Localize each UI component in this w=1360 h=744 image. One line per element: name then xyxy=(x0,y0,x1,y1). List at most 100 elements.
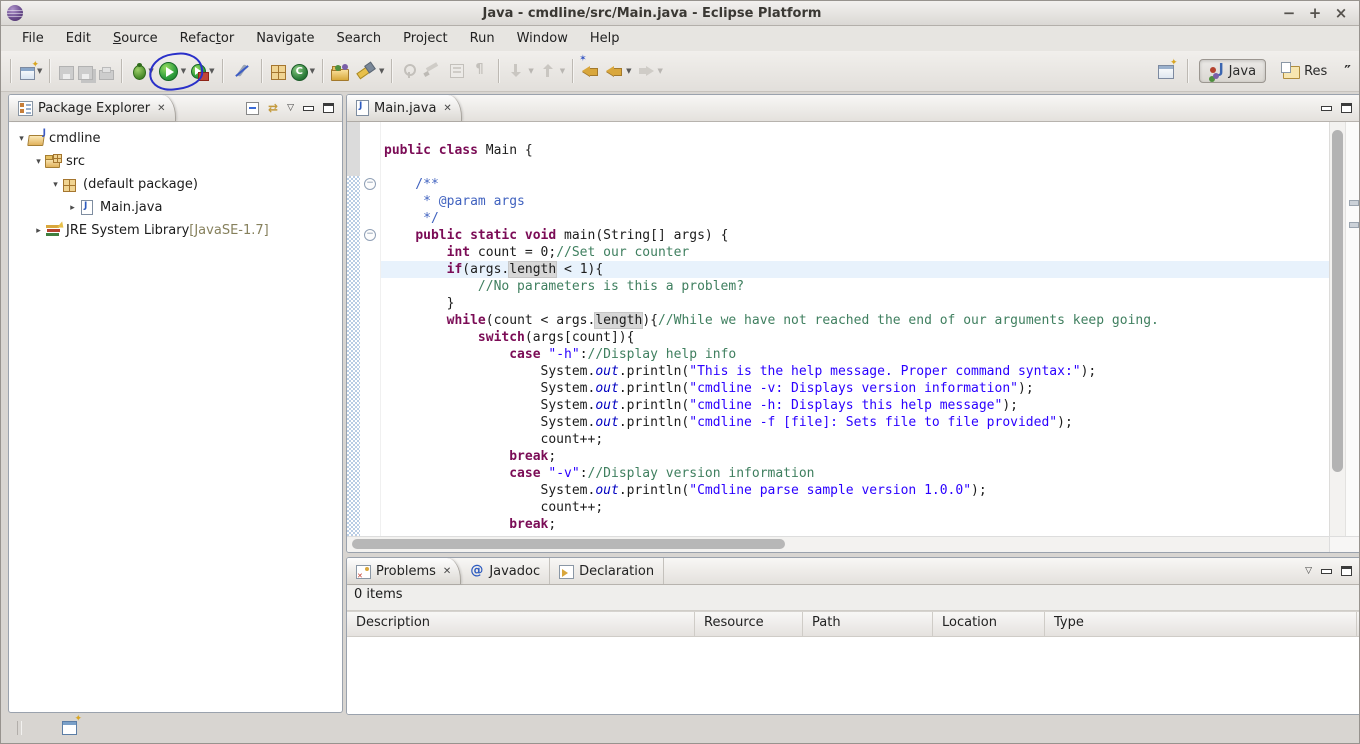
menu-project[interactable]: Project xyxy=(392,29,458,48)
menu-source[interactable]: Source xyxy=(102,29,169,48)
fold-collapse-icon[interactable]: − xyxy=(364,178,376,190)
open-perspective-button[interactable] xyxy=(1156,58,1176,84)
toolbar-icon-new-java-project[interactable] xyxy=(267,58,288,84)
code-line: * @param args xyxy=(381,193,1329,210)
run-external-dropdown-icon[interactable]: ▼ xyxy=(209,67,214,75)
column-header-description[interactable]: Description xyxy=(347,612,695,636)
toolbar-icon-last-edit[interactable] xyxy=(578,58,602,84)
close-icon[interactable]: ✕ xyxy=(157,103,165,114)
column-header-path[interactable]: Path xyxy=(803,612,933,636)
tree-item--default-package-[interactable]: ▾(default package) xyxy=(9,173,342,196)
menu-refactor[interactable]: Refactor xyxy=(169,29,246,48)
maximize-editor-icon[interactable] xyxy=(1341,103,1352,113)
tree-item-label: src xyxy=(66,154,85,169)
toolbar-icon-open-task[interactable] xyxy=(328,58,351,84)
tab-main-java[interactable]: Main.java ✕ xyxy=(347,95,462,121)
menu-help[interactable]: Help xyxy=(579,29,631,48)
tree-item-cmdline[interactable]: ▾cmdline xyxy=(9,127,342,150)
fold-collapse-icon[interactable]: − xyxy=(364,229,376,241)
vertical-scrollbar[interactable] xyxy=(1329,122,1345,537)
code-line: switch(args[count]){ xyxy=(381,329,1329,346)
collapse-arrow-icon[interactable]: ▾ xyxy=(32,157,45,167)
occurrence-highlight: length xyxy=(595,313,642,328)
save-icon xyxy=(59,66,74,80)
view-menu-icon[interactable]: ▽ xyxy=(1305,566,1312,576)
minimize-button[interactable]: − xyxy=(1281,5,1297,21)
toolbar-separator xyxy=(498,59,499,83)
toolbar-icon-arr-up: ▼ xyxy=(536,58,567,84)
minimize-view-icon[interactable] xyxy=(303,106,314,111)
collapse-arrow-icon[interactable]: ▾ xyxy=(49,180,62,190)
toolbar-separator xyxy=(391,59,392,83)
problems-table-body[interactable] xyxy=(347,637,1360,715)
title-bar: Java - cmdline/src/Main.java - Eclipse P… xyxy=(1,1,1359,26)
toolbar-icon-run-external[interactable]: ▼ xyxy=(188,58,216,84)
toolbar-icon-back[interactable]: ▼ xyxy=(602,58,633,84)
minimize-view-icon[interactable] xyxy=(1321,569,1332,574)
annotation-ruler[interactable] xyxy=(347,122,360,537)
toolbar-icon-debug[interactable]: ▼ xyxy=(127,58,155,84)
close-icon[interactable]: ✕ xyxy=(443,103,451,114)
search-dropdown-icon[interactable]: ▼ xyxy=(379,67,384,75)
maximize-view-icon[interactable] xyxy=(1341,566,1352,576)
toolbar-separator xyxy=(121,59,122,83)
run-dropdown-icon[interactable]: ▼ xyxy=(181,67,186,75)
vertical-scroll-thumb[interactable] xyxy=(1332,130,1343,472)
new-class-dropdown-icon[interactable]: ▼ xyxy=(310,67,315,75)
tab-problems[interactable]: Problems✕ xyxy=(347,558,461,584)
toolbar-icon-search[interactable]: ▼ xyxy=(351,58,386,84)
maximize-button[interactable]: + xyxy=(1307,5,1323,21)
menu-navigate[interactable]: Navigate xyxy=(245,29,325,48)
code-line: System.out.println("cmdline -v: Displays… xyxy=(381,380,1329,397)
forward-icon xyxy=(636,61,656,81)
close-icon[interactable]: ✕ xyxy=(443,566,451,577)
menu-search[interactable]: Search xyxy=(326,29,393,48)
perspective-button-res[interactable]: Res xyxy=(1274,60,1336,82)
tree-item-src[interactable]: ▾ src xyxy=(9,150,342,173)
back-dropdown-icon[interactable]: ▼ xyxy=(626,67,631,75)
collapse-arrow-icon[interactable]: ▾ xyxy=(15,134,28,144)
column-header-location[interactable]: Location xyxy=(933,612,1045,636)
column-header-resource[interactable]: Resource xyxy=(695,612,803,636)
code-line: count++; xyxy=(381,431,1329,448)
menu-run[interactable]: Run xyxy=(459,29,506,48)
toolbar-icon-new-wizard[interactable]: ▼ xyxy=(16,58,44,84)
tree-item-jre-system-library[interactable]: ▸JRE System Library [JavaSE-1.7] xyxy=(9,219,342,242)
link-with-editor-icon[interactable]: ⇄ xyxy=(268,101,278,115)
problems-table-header: DescriptionResourcePathLocationType xyxy=(347,611,1360,637)
toolbar-icon-dis-pin xyxy=(397,58,421,84)
toolbar-overflow-chevron[interactable]: ″ xyxy=(1344,62,1351,80)
tab-javadoc[interactable]: Javadoc xyxy=(461,558,550,584)
folding-column[interactable]: −− xyxy=(360,122,381,537)
debug-dropdown-icon[interactable]: ▼ xyxy=(148,67,153,75)
maximize-view-icon[interactable] xyxy=(323,103,334,113)
fast-view-icon[interactable] xyxy=(62,721,77,735)
overview-ruler[interactable] xyxy=(1345,122,1360,537)
tab-package-explorer[interactable]: Package Explorer ✕ xyxy=(9,95,176,121)
menu-file[interactable]: File xyxy=(11,29,55,48)
column-header-type[interactable]: Type xyxy=(1045,612,1357,636)
expand-arrow-icon[interactable]: ▸ xyxy=(32,226,45,236)
occurrence-mark[interactable] xyxy=(1349,222,1359,228)
horizontal-scroll-thumb[interactable] xyxy=(352,539,785,549)
horizontal-scrollbar[interactable] xyxy=(347,536,1330,552)
eclipse-app-icon[interactable] xyxy=(7,5,23,21)
tab-declaration[interactable]: Declaration xyxy=(550,558,664,584)
menu-edit[interactable]: Edit xyxy=(55,29,102,48)
eclipse-window: Java - cmdline/src/Main.java - Eclipse P… xyxy=(0,0,1360,744)
occurrence-mark[interactable] xyxy=(1349,200,1359,206)
collapse-all-icon[interactable] xyxy=(246,102,259,115)
toolbar-icon-new-class[interactable]: ▼ xyxy=(288,58,317,84)
tree-item-main-java[interactable]: ▸Main.java xyxy=(9,196,342,219)
menu-window[interactable]: Window xyxy=(506,29,579,48)
expand-arrow-icon[interactable]: ▸ xyxy=(66,203,79,213)
close-button[interactable]: × xyxy=(1333,5,1349,21)
minimize-editor-icon[interactable] xyxy=(1321,106,1332,111)
tab-label: Declaration xyxy=(579,564,654,579)
toolbar-icon-skip-breakpoints[interactable] xyxy=(228,58,256,84)
toolbar-separator xyxy=(1187,59,1188,83)
view-menu-icon[interactable]: ▽ xyxy=(287,103,294,113)
perspective-button-java[interactable]: Java xyxy=(1199,59,1266,83)
code-area[interactable]: public class Main { /** * @param args */… xyxy=(381,122,1329,537)
toolbar-icon-run[interactable]: ▼ xyxy=(156,58,188,84)
